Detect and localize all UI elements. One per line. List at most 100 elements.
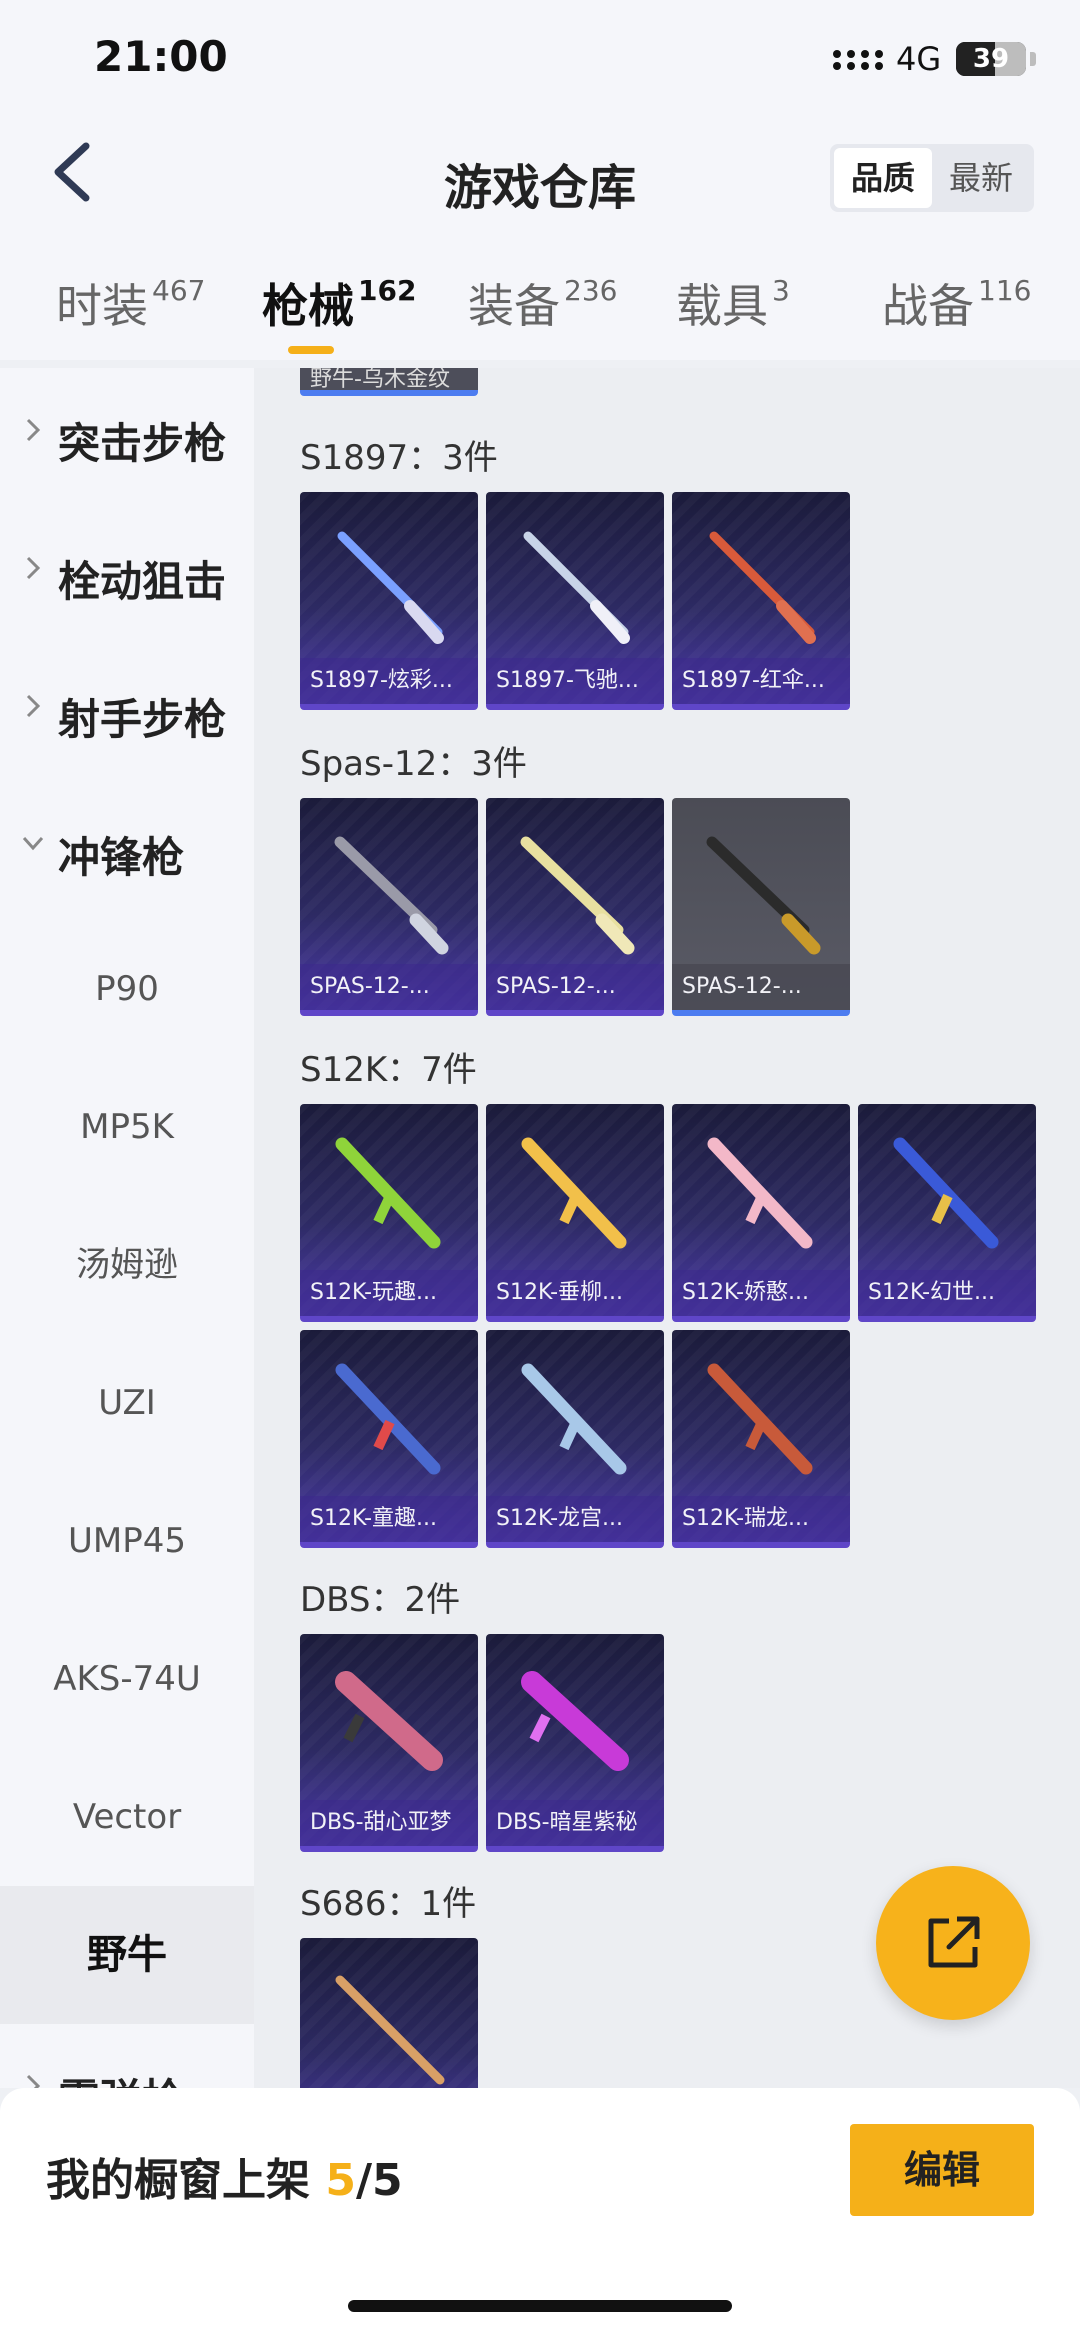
rifle-icon	[335, 1137, 441, 1249]
rifle-icon	[893, 1137, 999, 1249]
sidebar-category-label: 霰弹枪	[58, 2066, 184, 2088]
shotgun-icon	[335, 1975, 445, 2085]
sidebar-item-vector[interactable]: Vector	[0, 1748, 254, 1886]
tab-label: 载具	[676, 279, 768, 333]
tab-count: 116	[978, 274, 1032, 307]
item-name: S12K-娇憨...	[672, 1270, 850, 1316]
item-card[interactable]: S12K-玩趣...	[300, 1104, 478, 1322]
item-card[interactable]	[300, 1938, 478, 2088]
category-tabs: 时装 467 枪械 162 装备 236 载具 3 战备 116	[0, 270, 1080, 360]
chevron-right-icon	[26, 694, 41, 718]
sidebar-item-thompson[interactable]: 汤姆逊	[0, 1196, 254, 1334]
sidebar-item-aks74u[interactable]: AKS-74U	[0, 1610, 254, 1748]
tab-equipment[interactable]: 装备 236	[468, 270, 617, 336]
sidebar-category-shotgun[interactable]: 霰弹枪	[0, 2024, 254, 2088]
shotgun-icon	[334, 836, 449, 955]
rifle-icon	[335, 1363, 441, 1475]
sidebar-item-p90[interactable]: P90	[0, 920, 254, 1058]
item-name: S12K-玩趣...	[300, 1270, 478, 1316]
item-card[interactable]: S12K-娇憨...	[672, 1104, 850, 1322]
shotgun-icon	[523, 531, 630, 644]
item-name: S12K-童趣...	[300, 1496, 478, 1542]
item-name: SPAS-12-...	[486, 964, 664, 1010]
shotgun-icon	[706, 836, 821, 955]
rifle-icon	[521, 1137, 627, 1249]
item-name: SPAS-12-...	[672, 964, 850, 1010]
sidebar: 突击步枪 栓动狙击 射手步枪 冲锋枪 P90 MP5K 汤姆逊 UZI UMP4…	[0, 368, 254, 2088]
tab-count: 236	[564, 274, 618, 307]
item-name: S12K-龙宫...	[486, 1496, 664, 1542]
item-card[interactable]: SPAS-12-...	[300, 798, 478, 1016]
network-label: 4G	[896, 40, 942, 78]
tab-fashion[interactable]: 时装 467	[56, 270, 205, 336]
sidebar-category-label: 冲锋枪	[58, 833, 185, 882]
showcase-current: 5	[325, 2155, 356, 2206]
previous-item-label[interactable]: 野牛-乌木金纹	[300, 368, 478, 396]
item-card[interactable]: S12K-龙宫...	[486, 1330, 664, 1548]
sidebar-category-bolt-sniper[interactable]: 栓动狙击	[0, 506, 254, 644]
status-time: 21:00	[94, 32, 228, 81]
group-title: S1897：3件	[300, 438, 498, 478]
sidebar-item-uzi[interactable]: UZI	[0, 1334, 254, 1472]
item-name: DBS-暗星紫秘	[486, 1800, 664, 1846]
sidebar-category-assault-rifle[interactable]: 突击步枪	[0, 368, 254, 506]
item-card[interactable]: S1897-炫彩...	[300, 492, 478, 710]
item-card[interactable]: DBS-暗星紫秘	[486, 1634, 664, 1852]
active-tab-indicator	[288, 346, 334, 354]
shotgun-icon	[337, 531, 444, 644]
tab-label: 时装	[56, 279, 148, 333]
sidebar-item-ump45[interactable]: UMP45	[0, 1472, 254, 1610]
item-card[interactable]: S1897-飞驰...	[486, 492, 664, 710]
item-card[interactable]: S12K-瑞龙...	[672, 1330, 850, 1548]
item-card[interactable]: S12K-垂柳...	[486, 1104, 664, 1322]
item-card[interactable]: S12K-幻世...	[858, 1104, 1036, 1322]
chevron-right-icon	[26, 556, 41, 580]
tab-label: 战备	[882, 279, 974, 333]
group-title: DBS：2件	[300, 1580, 461, 1620]
chevron-right-icon	[26, 418, 41, 442]
item-card[interactable]: S1897-红伞...	[672, 492, 850, 710]
tab-guns[interactable]: 枪械 162	[262, 270, 416, 336]
sidebar-item-bizon[interactable]: 野牛	[0, 1886, 254, 2024]
status-bar: 21:00 4G 39	[0, 0, 1080, 120]
sidebar-item-mp5k[interactable]: MP5K	[0, 1058, 254, 1196]
edit-button[interactable]: 编辑	[850, 2124, 1034, 2216]
item-name: S12K-瑞龙...	[672, 1496, 850, 1542]
chevron-right-icon	[26, 2074, 41, 2088]
sidebar-category-label: 栓动狙击	[58, 557, 227, 606]
tab-label: 装备	[468, 279, 560, 333]
bottom-bar: 我的橱窗上架 5/5 编辑	[0, 2088, 1080, 2339]
signal-icon	[833, 50, 883, 70]
sidebar-category-label: 射手步枪	[58, 695, 227, 744]
showcase-label: 我的橱窗上架	[46, 2155, 326, 2206]
item-card[interactable]: DBS-甜心亚梦	[300, 1634, 478, 1852]
sort-quality-button[interactable]: 品质	[834, 148, 932, 208]
item-name: S1897-飞驰...	[486, 658, 664, 704]
tab-supplies[interactable]: 战备 116	[882, 270, 1031, 336]
sort-newest-button[interactable]: 最新	[932, 148, 1030, 208]
sidebar-category-smg[interactable]: 冲锋枪	[0, 782, 254, 920]
battery-icon: 39	[956, 42, 1026, 76]
tab-label: 枪械	[262, 279, 354, 333]
rifle-icon	[707, 1137, 813, 1249]
rifle-icon	[521, 1363, 627, 1475]
home-indicator	[348, 2300, 732, 2312]
item-card[interactable]: SPAS-12-...	[672, 798, 850, 1016]
battery-level: 39	[972, 44, 1010, 74]
tab-vehicles[interactable]: 载具 3	[676, 270, 790, 336]
sidebar-category-marksman[interactable]: 射手步枪	[0, 644, 254, 782]
rifle-icon	[707, 1363, 813, 1475]
share-button[interactable]	[876, 1866, 1030, 2020]
item-name: DBS-甜心亚梦	[300, 1800, 478, 1846]
showcase-total: /5	[355, 2155, 403, 2206]
shotgun-icon	[521, 1671, 629, 1771]
item-card[interactable]: S12K-童趣...	[300, 1330, 478, 1548]
sidebar-category-label: 突击步枪	[58, 419, 227, 468]
tab-count: 3	[772, 274, 790, 307]
group-title: S686：1件	[300, 1884, 477, 1924]
group-title: Spas-12：3件	[300, 744, 527, 784]
battery-tip	[1030, 52, 1036, 66]
item-name: SPAS-12-...	[300, 964, 478, 1010]
tab-count: 162	[358, 274, 417, 307]
item-card[interactable]: SPAS-12-...	[486, 798, 664, 1016]
